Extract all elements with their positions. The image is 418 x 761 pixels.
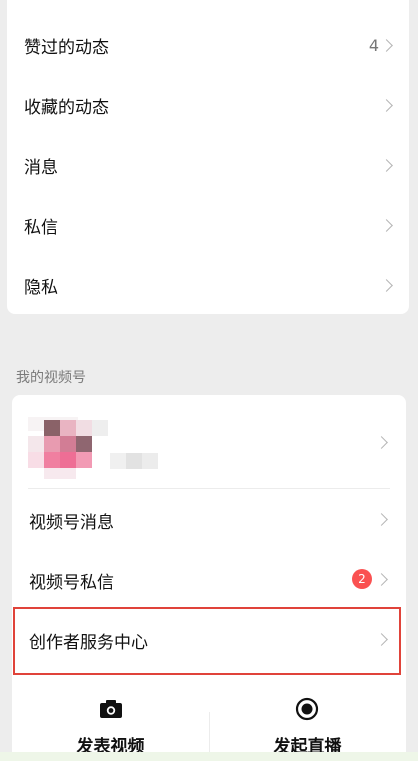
channel-profile-row[interactable]	[12, 395, 406, 488]
chevron-right-icon	[380, 159, 393, 172]
menu-item-channel-private-messages[interactable]: 视频号私信 2	[12, 549, 406, 609]
menu-card: 赞过的动态 4 收藏的动态 消息 私信 隐私	[7, 0, 409, 314]
menu-item-label: 收藏的动态	[24, 97, 109, 118]
chevron-right-icon	[375, 573, 388, 586]
chevron-right-icon	[375, 436, 388, 449]
camera-icon	[100, 700, 122, 718]
menu-item-label: 创作者服务中心	[29, 633, 148, 653]
menu-item-liked-posts[interactable]: 赞过的动态 4	[7, 15, 409, 75]
bottom-action-bar: 发表视频 发起直播	[12, 682, 406, 761]
menu-item-private-messages[interactable]: 私信	[7, 195, 409, 255]
menu-item-creator-center[interactable]: 创作者服务中心	[12, 609, 406, 669]
menu-item-label: 视频号消息	[29, 513, 114, 533]
menu-item-channel-messages[interactable]: 视频号消息	[12, 489, 406, 549]
menu-item-label: 赞过的动态	[24, 37, 109, 58]
channel-name-pixelated	[110, 453, 158, 469]
avatar	[28, 417, 110, 479]
menu-item-label: 私信	[24, 217, 58, 238]
menu-item-label: 消息	[24, 157, 58, 178]
chevron-right-icon	[380, 99, 393, 112]
channels-card: 视频号消息 视频号私信 2 创作者服务中心	[12, 395, 406, 695]
start-live-button[interactable]: 发起直播	[209, 682, 406, 761]
chevron-right-icon	[380, 219, 393, 232]
menu-item-messages[interactable]: 消息	[7, 135, 409, 195]
section-title: 我的视频号	[16, 370, 86, 386]
chevron-right-icon	[375, 633, 388, 646]
menu-item-favorited-posts[interactable]: 收藏的动态	[7, 75, 409, 135]
menu-item-privacy[interactable]: 隐私	[7, 255, 409, 315]
liked-count: 4	[368, 35, 379, 55]
menu-item-label: 视频号私信	[29, 573, 114, 593]
chevron-right-icon	[380, 39, 393, 52]
post-video-button[interactable]: 发表视频	[12, 682, 209, 761]
menu-item-label: 隐私	[24, 277, 58, 298]
bottom-strip	[0, 752, 418, 761]
record-icon	[295, 697, 319, 721]
unread-badge: 2	[352, 569, 372, 589]
chevron-right-icon	[375, 513, 388, 526]
chevron-right-icon	[380, 279, 393, 292]
